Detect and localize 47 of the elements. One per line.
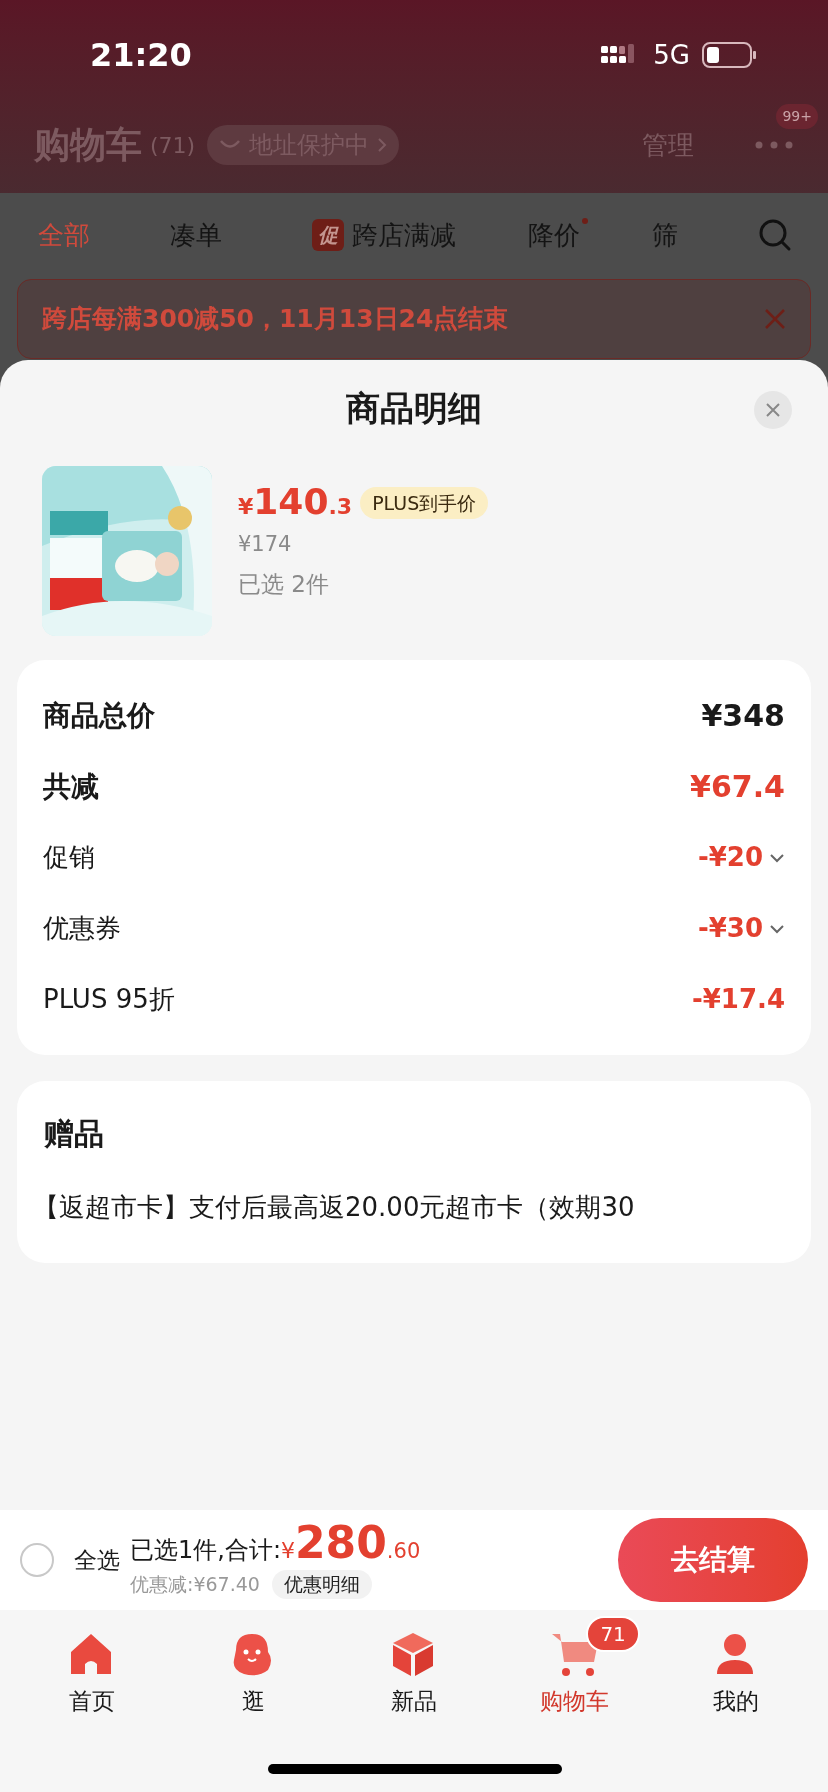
selected-quantity: 已选 2件 bbox=[238, 569, 330, 599]
summary-value: ¥348 bbox=[701, 697, 785, 735]
promo-text: 跨店每满300减50，11月13日24点结束 bbox=[42, 303, 509, 336]
more-icon[interactable] bbox=[754, 140, 794, 150]
gift-description: 【返超市卡】支付后最高返20.00元超市卡（效期30 bbox=[33, 1191, 636, 1224]
checkout-button[interactable]: 去结算 bbox=[618, 1518, 808, 1602]
tab-label[interactable]: 购物车 bbox=[540, 1684, 610, 1719]
summary-label: 优惠券 bbox=[43, 912, 121, 945]
summary-value: -¥30 bbox=[697, 912, 763, 945]
discount-detail-button[interactable]: 优惠明细 bbox=[271, 1570, 372, 1599]
select-all-checkbox[interactable] bbox=[20, 1543, 54, 1577]
close-icon bbox=[765, 402, 781, 418]
notification-badge: 99+ bbox=[776, 104, 818, 129]
network-label: 5G bbox=[653, 38, 690, 72]
filter-tab[interactable]: 筛 bbox=[652, 215, 678, 255]
summary-label: 促销 bbox=[43, 841, 95, 874]
summary-label: PLUS 95折 bbox=[43, 983, 175, 1016]
summary-label: 共减 bbox=[43, 768, 99, 805]
plus-price-tag: PLUS到手价 bbox=[360, 486, 489, 519]
chevron-down-icon[interactable] bbox=[769, 923, 785, 934]
filter-tab[interactable]: 跨店满减 bbox=[352, 215, 456, 255]
gift-title: 赠品 bbox=[44, 1115, 105, 1153]
status-time: 21:20 bbox=[90, 35, 192, 76]
tab-label[interactable]: 逛 bbox=[241, 1684, 265, 1719]
filter-tab[interactable]: 降价 bbox=[528, 215, 580, 255]
chevron-down-icon[interactable] bbox=[769, 852, 785, 863]
discount-amount: 优惠减:¥67.40 bbox=[130, 1572, 260, 1598]
filter-tab[interactable]: 凑单 bbox=[170, 215, 222, 255]
summary-value: -¥20 bbox=[697, 841, 763, 874]
summary-label: 商品总价 bbox=[43, 697, 155, 734]
tab-label[interactable]: 我的 bbox=[712, 1684, 759, 1719]
count-badge: 71 bbox=[586, 1616, 640, 1652]
tab-label[interactable]: 首页 bbox=[69, 1684, 116, 1719]
search-icon[interactable] bbox=[758, 218, 792, 252]
sale-price: ¥140.3 bbox=[238, 484, 353, 523]
battery-icon bbox=[702, 41, 758, 69]
chevron-right-icon bbox=[377, 137, 388, 153]
original-price: ¥174 bbox=[238, 531, 293, 558]
promo-tag: 促 bbox=[312, 219, 344, 251]
total-label: 已选1件,合计: bbox=[130, 1535, 281, 1567]
tab-label[interactable]: 新品 bbox=[391, 1684, 437, 1719]
sheet-title: 商品明细 bbox=[346, 386, 482, 430]
summary-value: ¥67.4 bbox=[690, 768, 785, 806]
summary-value: -¥17.4 bbox=[691, 983, 785, 1016]
select-all-label[interactable]: 全选 bbox=[74, 1542, 120, 1578]
total-price: ¥280.60 bbox=[281, 1521, 421, 1568]
close-button[interactable] bbox=[754, 391, 792, 429]
